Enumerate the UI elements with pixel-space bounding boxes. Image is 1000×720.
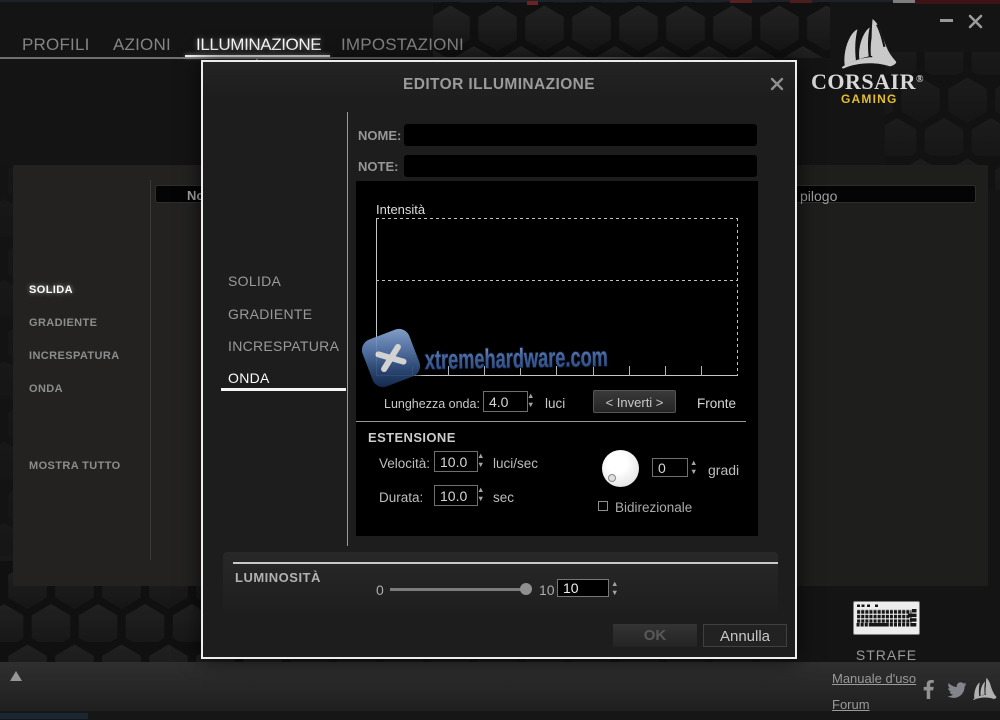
svg-text:xtremehardware.com: xtremehardware.com [425,342,608,375]
